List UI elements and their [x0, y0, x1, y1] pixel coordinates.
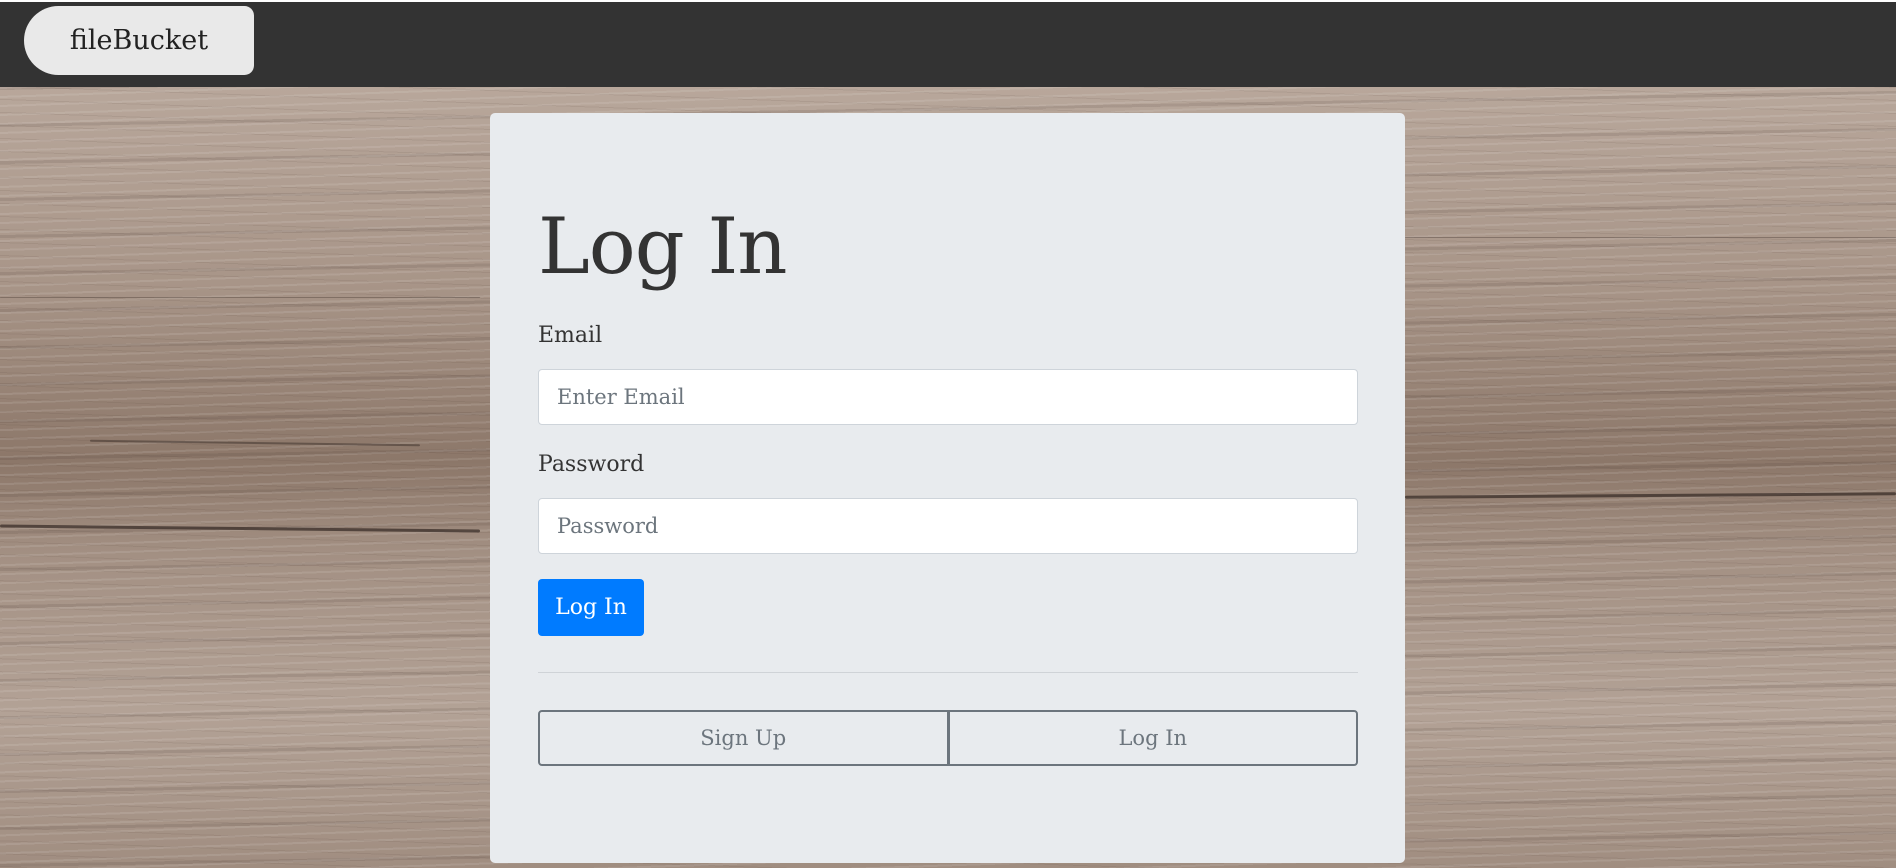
wood-crack [1405, 237, 1896, 238]
email-label: Email [538, 323, 603, 348]
wood-crack [90, 439, 420, 447]
auth-mode-switcher: Sign Up Log In [538, 710, 1358, 766]
divider [538, 672, 1358, 673]
page-title: Log In [538, 202, 788, 292]
wood-crack [0, 297, 480, 298]
login-mode-button[interactable]: Log In [948, 710, 1358, 766]
signup-button[interactable]: Sign Up [538, 710, 949, 766]
brand-link[interactable]: fileBucket [24, 6, 254, 75]
login-submit-button[interactable]: Log In [538, 579, 644, 636]
login-card: Log In Email Password Log In Sign Up Log… [490, 113, 1405, 863]
password-field[interactable] [538, 498, 1358, 554]
top-navbar: fileBucket [0, 0, 1896, 87]
password-label: Password [538, 452, 645, 477]
email-field[interactable] [538, 369, 1358, 425]
wood-crack [0, 524, 481, 533]
wood-crack [1404, 492, 1896, 499]
